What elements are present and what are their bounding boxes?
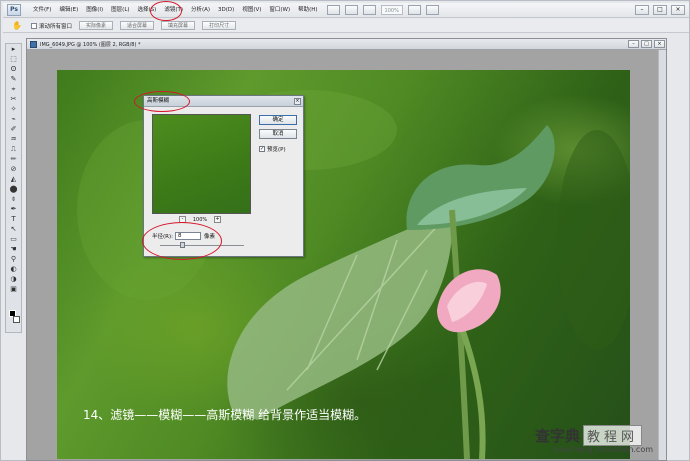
zoom-level[interactable]: 100% <box>380 5 403 15</box>
watermark-boxed: 教程网 <box>583 425 643 446</box>
document-title: IMG_6049.JPG @ 100% (图层 2, RGB/8) * <box>40 41 141 48</box>
eraser-tool-icon[interactable]: ✏ <box>7 154 20 164</box>
document-window: IMG_6049.JPG @ 100% (图层 2, RGB/8) * – □ … <box>26 38 667 461</box>
site-watermark: 查字典 教程网 <box>535 425 643 446</box>
slice-tool-icon[interactable]: ✂ <box>7 94 20 104</box>
app-close-button[interactable]: × <box>671 5 685 15</box>
dialog-close-button[interactable]: × <box>294 98 301 105</box>
bridge-icon[interactable] <box>326 5 340 15</box>
hand-icon[interactable]: ✋ <box>11 21 23 31</box>
menu-edit[interactable]: 编辑(E) <box>55 4 82 17</box>
freeform-pen-tool-icon[interactable]: ✒ <box>7 204 20 214</box>
marquee-tool-icon[interactable]: ⬚ <box>7 54 20 64</box>
3d-orbit-tool-icon[interactable]: ◑ <box>7 274 20 284</box>
clone-stamp-tool-icon[interactable]: ♒ <box>7 134 20 144</box>
document-icon <box>30 40 37 48</box>
filter-menu-highlight <box>150 1 182 21</box>
menu-3d[interactable]: 3D(D) <box>214 4 238 17</box>
blur-preview-pane[interactable] <box>152 114 251 214</box>
app-minimize-button[interactable]: – <box>635 5 649 15</box>
path-select-tool-icon[interactable]: ↖ <box>7 224 20 234</box>
crop-tool-icon[interactable]: ⌖ <box>7 84 20 94</box>
eyedropper-tool-icon[interactable]: ✧ <box>7 104 20 114</box>
preview-checkbox[interactable]: ✓ <box>259 146 265 152</box>
dialog-title-highlight <box>134 91 190 112</box>
doc-minimize-button[interactable]: – <box>628 40 639 48</box>
brush-tool-icon[interactable]: ✐ <box>7 124 20 134</box>
tutorial-caption: 14、滤镜——模糊——高斯模糊 给背景作适当模糊。 <box>83 408 367 422</box>
background-color-swatch[interactable] <box>13 316 20 323</box>
arrange-documents-icon[interactable] <box>407 5 421 15</box>
menu-bar: Ps 文件(F) 编辑(E) 图像(I) 图层(L) 选择(S) 滤镜(T) 分… <box>3 3 689 18</box>
gradient-tool-icon[interactable]: ⊘ <box>7 164 20 174</box>
tools-panel: ▸ ⬚ ʘ ✎ ⌖ ✂ ✧ ⌁ ✐ ♒ ⎍ ✏ ⊘ ◭ ⬤ ⌽ ✒ T ↖ ▭ … <box>5 43 22 333</box>
3d-rotate-tool-icon[interactable]: ◐ <box>7 264 20 274</box>
bg-blur-blob <box>557 130 630 350</box>
lasso-tool-icon[interactable]: ʘ <box>7 64 20 74</box>
hand-tool-icon[interactable]: ☚ <box>7 244 20 254</box>
preview-label: 预览(P) <box>267 147 286 153</box>
actual-pixels-button[interactable]: 实际像素 <box>79 21 114 30</box>
move-tool-icon[interactable]: ▸ <box>7 44 20 54</box>
type-tool-icon[interactable]: T <box>7 214 20 224</box>
scroll-all-windows-label: 滚动所有窗口 <box>39 23 73 30</box>
menu-analysis[interactable]: 分析(A) <box>187 4 214 17</box>
zoom-in-button[interactable]: + <box>214 216 221 223</box>
shape-tool-icon[interactable]: ▭ <box>7 234 20 244</box>
zoom-tool-icon[interactable]: ⚲ <box>7 254 20 264</box>
extras-icon[interactable] <box>362 5 376 15</box>
menu-image[interactable]: 图像(I) <box>82 4 107 17</box>
fill-screen-button[interactable]: 填充屏幕 <box>161 21 196 30</box>
scroll-all-windows-checkbox[interactable] <box>31 22 37 29</box>
pen-tool-icon[interactable]: ⌽ <box>7 194 20 204</box>
app-logo: Ps <box>7 4 21 16</box>
document-title-bar[interactable]: IMG_6049.JPG @ 100% (图层 2, RGB/8) * – □ … <box>27 39 666 50</box>
vertical-scrollbar[interactable] <box>658 50 666 460</box>
minibridge-icon[interactable] <box>344 5 358 15</box>
quick-select-tool-icon[interactable]: ✎ <box>7 74 20 84</box>
app-maximize-button[interactable]: □ <box>653 5 667 15</box>
watermark-main: 查字典 <box>535 427 581 445</box>
healing-tool-icon[interactable]: ⌁ <box>7 114 20 124</box>
doc-maximize-button[interactable]: □ <box>641 40 652 48</box>
screen-mode-icon[interactable] <box>425 5 439 15</box>
menu-layer[interactable]: 图层(L) <box>107 4 133 17</box>
dodge-tool-icon[interactable]: ⬤ <box>7 184 20 194</box>
watermark-url: jiaocheng.chazidian.com <box>554 445 654 454</box>
menu-window[interactable]: 窗口(W) <box>265 4 294 17</box>
blur-tool-icon[interactable]: ◭ <box>7 174 20 184</box>
ok-button[interactable]: 确定 <box>259 115 297 125</box>
print-size-button[interactable]: 打印尺寸 <box>202 21 237 30</box>
quick-mask-icon[interactable]: ▣ <box>7 284 20 294</box>
menu-help[interactable]: 帮助(H) <box>294 4 321 17</box>
menu-view[interactable]: 视图(V) <box>238 4 265 17</box>
photoshop-window: Ps 文件(F) 编辑(E) 图像(I) 图层(L) 选择(S) 滤镜(T) 分… <box>0 0 690 461</box>
doc-close-button[interactable]: × <box>654 40 665 48</box>
history-brush-tool-icon[interactable]: ⎍ <box>7 144 20 154</box>
menu-file[interactable]: 文件(F) <box>29 4 55 17</box>
radius-highlight <box>142 222 222 260</box>
fit-screen-button[interactable]: 适合屏幕 <box>120 21 155 30</box>
preview-option: ✓ 预览(P) <box>259 145 286 153</box>
cancel-button[interactable]: 取消 <box>259 129 297 139</box>
options-bar: ✋ 滚动所有窗口 实际像素 适合屏幕 填充屏幕 打印尺寸 <box>3 19 689 33</box>
